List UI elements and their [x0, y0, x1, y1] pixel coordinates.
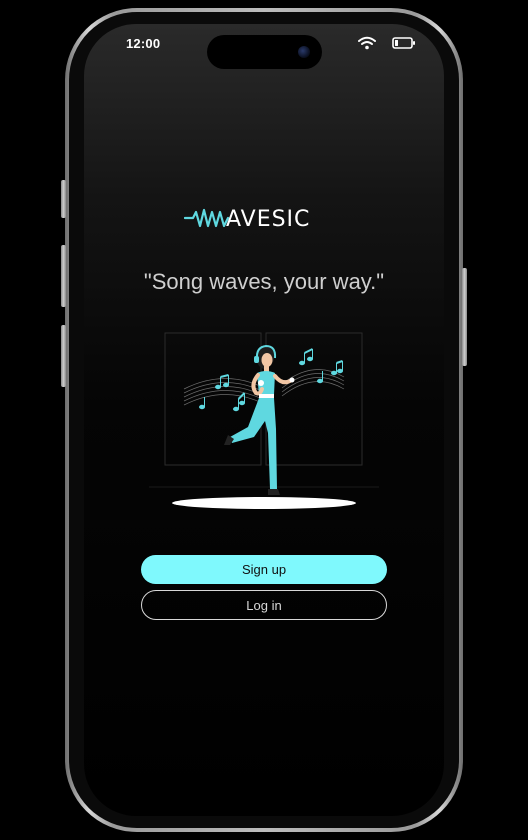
logo-text: AVESIC — [226, 207, 311, 232]
phone-volume-down-button — [61, 325, 66, 387]
wavesic-logo: AVESIC — [184, 204, 344, 234]
status-time: 12:00 — [126, 36, 161, 51]
dynamic-island — [207, 35, 322, 69]
dancing-woman-with-music-notes-icon — [149, 332, 379, 509]
wifi-icon — [358, 36, 376, 50]
battery-icon — [392, 37, 415, 49]
front-camera-icon — [298, 46, 310, 58]
phone-volume-up-button — [61, 245, 66, 307]
login-button[interactable]: Log in — [141, 590, 387, 620]
audio-wave-icon — [184, 208, 230, 228]
status-bar: 12:00 — [84, 24, 444, 69]
phone-power-button — [462, 268, 467, 366]
phone-action-button — [61, 180, 66, 218]
signup-button[interactable]: Sign up — [141, 555, 387, 584]
app-screen: 12:00 AVESIC "Song waves, your way." Sig… — [84, 24, 444, 816]
tagline: "Song waves, your way." — [143, 269, 385, 294]
